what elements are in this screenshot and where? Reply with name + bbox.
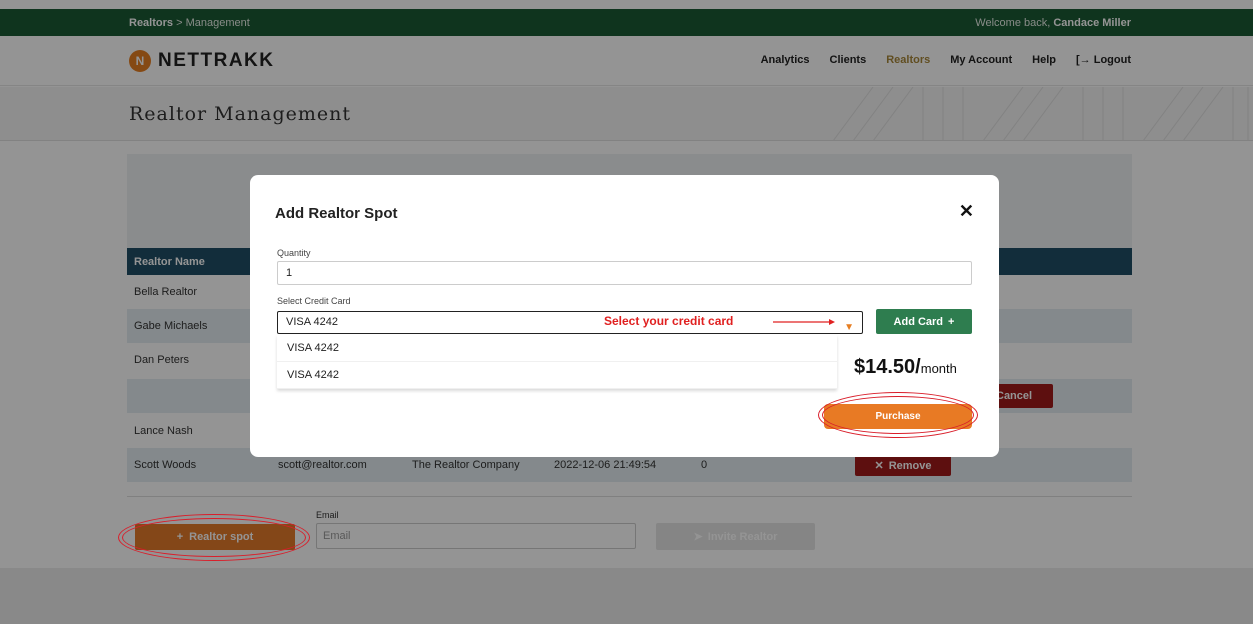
plus-icon: +	[948, 315, 955, 328]
annotation-ring-purchase-inner	[822, 396, 974, 434]
credit-card-option[interactable]: VISA 4242	[277, 335, 837, 362]
annotation-text: Select your credit card	[604, 314, 734, 328]
credit-card-label: Select Credit Card	[277, 296, 351, 306]
modal-title: Add Realtor Spot	[275, 205, 398, 222]
credit-card-dropdown: VISA 4242 VISA 4242	[277, 335, 837, 389]
close-icon[interactable]: ✕	[959, 202, 974, 220]
price: $14.50/month	[854, 356, 957, 379]
credit-card-option[interactable]: VISA 4242	[277, 362, 837, 389]
annotation-ring-realtor-spot-inner	[122, 518, 306, 557]
price-amount: $14.50/	[854, 356, 921, 378]
price-unit: month	[920, 361, 957, 376]
annotation-arrow-icon	[773, 319, 835, 325]
chevron-down-icon: ▼	[844, 322, 854, 333]
add-card-button[interactable]: Add Card +	[876, 309, 972, 334]
quantity-input[interactable]: 1	[277, 261, 972, 285]
add-card-label: Add Card	[893, 315, 944, 328]
quantity-label: Quantity	[277, 248, 311, 258]
credit-card-selected: VISA 4242	[286, 316, 338, 328]
